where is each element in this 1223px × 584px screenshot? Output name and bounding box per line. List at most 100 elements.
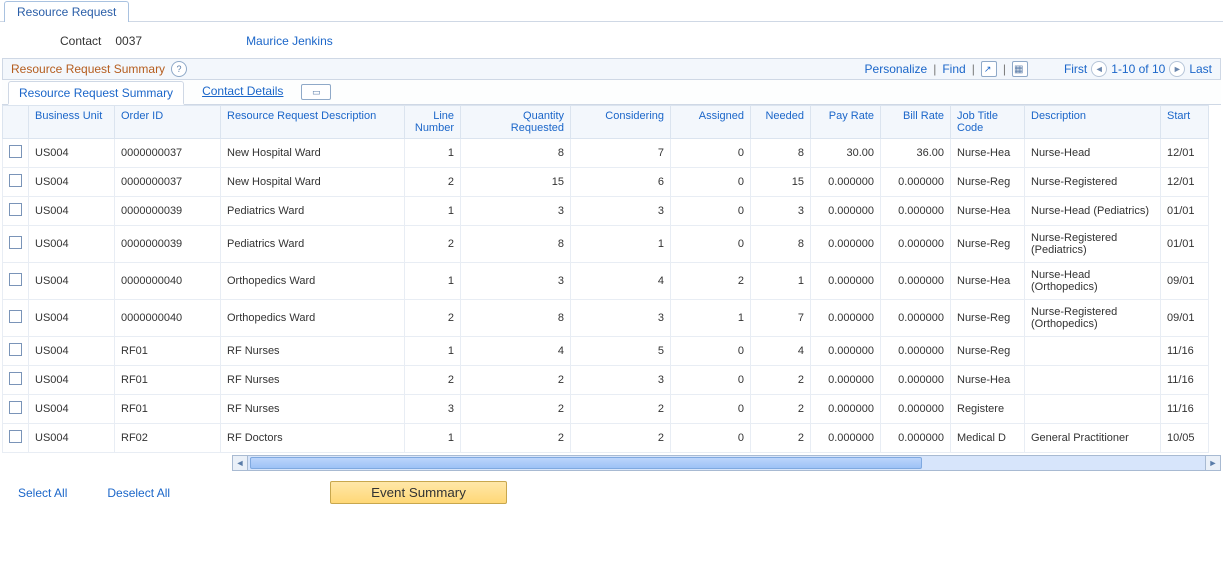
cell-bill: 0.000000 xyxy=(881,226,951,263)
col-line-number[interactable]: Line Number xyxy=(405,106,461,139)
scroll-left-icon[interactable]: ◄ xyxy=(232,455,248,471)
cell-assigned: 0 xyxy=(671,395,751,424)
resource-request-grid: Business Unit Order ID Resource Request … xyxy=(2,105,1209,453)
cell-jdesc: Nurse-Registered (Pediatrics) xyxy=(1025,226,1161,263)
scroll-right-icon[interactable]: ► xyxy=(1205,455,1221,471)
top-tab-bar: Resource Request xyxy=(0,0,1223,22)
cell-line: 3 xyxy=(405,395,461,424)
cell-considering: 7 xyxy=(571,139,671,168)
nav-prev-icon[interactable]: ◄ xyxy=(1091,61,1107,77)
cell-considering: 4 xyxy=(571,263,671,300)
expand-all-icon[interactable]: ▭ xyxy=(301,84,331,100)
subtab-summary[interactable]: Resource Request Summary xyxy=(8,81,184,105)
horizontal-scrollbar[interactable]: ◄ ► xyxy=(2,455,1221,471)
cell-assigned: 0 xyxy=(671,337,751,366)
grid-nav: First ◄ 1-10 of 10 ► Last xyxy=(1064,61,1212,77)
cell-jtc: Medical D xyxy=(951,424,1025,453)
col-qty-requested[interactable]: Quantity Requested xyxy=(461,106,571,139)
cell-needed: 3 xyxy=(751,197,811,226)
cell-start: 10/05 xyxy=(1161,424,1209,453)
scroll-thumb[interactable] xyxy=(250,457,922,469)
col-order-id[interactable]: Order ID xyxy=(115,106,221,139)
row-checkbox[interactable] xyxy=(9,174,22,187)
nav-first[interactable]: First xyxy=(1064,62,1087,76)
cell-desc: Pediatrics Ward xyxy=(221,226,405,263)
cell-bu: US004 xyxy=(29,263,115,300)
personalize-link[interactable]: Personalize xyxy=(865,62,928,76)
cell-order: 0000000040 xyxy=(115,263,221,300)
table-row: US004RF01RF Nurses145040.0000000.000000N… xyxy=(3,337,1209,366)
cell-needed: 8 xyxy=(751,226,811,263)
col-description[interactable]: Resource Request Description xyxy=(221,106,405,139)
nav-next-icon[interactable]: ► xyxy=(1169,61,1185,77)
cell-line: 2 xyxy=(405,168,461,197)
row-checkbox[interactable] xyxy=(9,343,22,356)
cell-needed: 7 xyxy=(751,300,811,337)
cell-bill: 0.000000 xyxy=(881,337,951,366)
col-bill-rate[interactable]: Bill Rate xyxy=(881,106,951,139)
cell-assigned: 0 xyxy=(671,424,751,453)
row-checkbox[interactable] xyxy=(9,372,22,385)
row-checkbox[interactable] xyxy=(9,401,22,414)
sub-tab-bar: Resource Request Summary Contact Details… xyxy=(2,79,1221,105)
col-pay-rate[interactable]: Pay Rate xyxy=(811,106,881,139)
cell-assigned: 2 xyxy=(671,263,751,300)
row-checkbox[interactable] xyxy=(9,203,22,216)
col-business-unit[interactable]: Business Unit xyxy=(29,106,115,139)
col-needed[interactable]: Needed xyxy=(751,106,811,139)
cell-needed: 8 xyxy=(751,139,811,168)
row-checkbox[interactable] xyxy=(9,236,22,249)
cell-jdesc: Nurse-Head (Orthopedics) xyxy=(1025,263,1161,300)
subtab-contact-details[interactable]: Contact Details xyxy=(192,80,293,104)
col-assigned[interactable]: Assigned xyxy=(671,106,751,139)
contact-name-link[interactable]: Maurice Jenkins xyxy=(246,34,333,48)
table-row: US0040000000037New Hospital Ward21560150… xyxy=(3,168,1209,197)
table-row: US0040000000039Pediatrics Ward281080.000… xyxy=(3,226,1209,263)
cell-desc: RF Nurses xyxy=(221,337,405,366)
col-considering[interactable]: Considering xyxy=(571,106,671,139)
row-checkbox[interactable] xyxy=(9,310,22,323)
cell-bu: US004 xyxy=(29,139,115,168)
cell-line: 1 xyxy=(405,263,461,300)
cell-line: 2 xyxy=(405,366,461,395)
tab-resource-request[interactable]: Resource Request xyxy=(4,1,129,22)
cell-qty: 4 xyxy=(461,337,571,366)
cell-jtc: Registere xyxy=(951,395,1025,424)
cell-line: 1 xyxy=(405,139,461,168)
cell-start: 12/01 xyxy=(1161,168,1209,197)
row-checkbox[interactable] xyxy=(9,430,22,443)
col-start[interactable]: Start xyxy=(1161,106,1209,139)
deselect-all-link[interactable]: Deselect All xyxy=(107,486,170,500)
cell-qty: 2 xyxy=(461,424,571,453)
cell-jtc: Nurse-Hea xyxy=(951,366,1025,395)
cell-jdesc: Nurse-Head xyxy=(1025,139,1161,168)
cell-line: 2 xyxy=(405,300,461,337)
cell-jtc: Nurse-Hea xyxy=(951,263,1025,300)
select-all-link[interactable]: Select All xyxy=(18,486,67,500)
summary-header: Resource Request Summary ? Personalize |… xyxy=(2,58,1221,79)
scroll-track[interactable] xyxy=(248,455,1205,471)
nav-range: 1-10 of 10 xyxy=(1111,62,1165,76)
event-summary-button[interactable]: Event Summary xyxy=(330,481,507,504)
download-grid-icon[interactable] xyxy=(1012,61,1028,77)
cell-needed: 4 xyxy=(751,337,811,366)
cell-assigned: 0 xyxy=(671,197,751,226)
zoom-icon[interactable] xyxy=(981,61,997,77)
cell-qty: 2 xyxy=(461,366,571,395)
cell-start: 09/01 xyxy=(1161,263,1209,300)
cell-desc: New Hospital Ward xyxy=(221,139,405,168)
col-job-description[interactable]: Description xyxy=(1025,106,1161,139)
cell-line: 1 xyxy=(405,424,461,453)
cell-order: 0000000037 xyxy=(115,168,221,197)
col-job-title-code[interactable]: Job Title Code xyxy=(951,106,1025,139)
row-checkbox[interactable] xyxy=(9,273,22,286)
row-checkbox[interactable] xyxy=(9,145,22,158)
nav-last[interactable]: Last xyxy=(1189,62,1212,76)
find-link[interactable]: Find xyxy=(942,62,965,76)
cell-bu: US004 xyxy=(29,300,115,337)
cell-pay: 0.000000 xyxy=(811,300,881,337)
cell-line: 1 xyxy=(405,197,461,226)
help-icon[interactable]: ? xyxy=(171,61,187,77)
cell-jdesc xyxy=(1025,337,1161,366)
cell-order: RF01 xyxy=(115,366,221,395)
